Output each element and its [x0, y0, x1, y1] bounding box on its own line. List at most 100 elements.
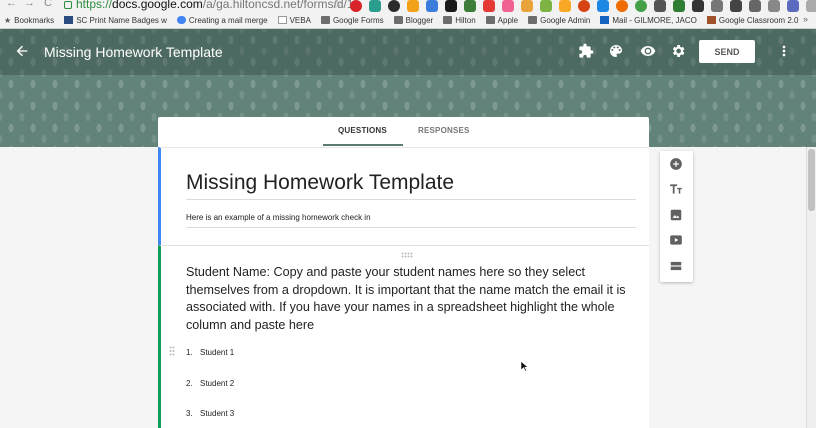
extension-icon[interactable]	[654, 0, 666, 12]
reload-icon[interactable]: C	[44, 0, 52, 9]
extensions-row	[350, 0, 816, 12]
drag-handle-icon[interactable]	[401, 252, 413, 258]
page-icon	[277, 16, 287, 24]
option-number: 1.	[186, 348, 193, 357]
add-ons-puzzle-icon[interactable]	[578, 43, 594, 59]
extension-icon[interactable]	[483, 0, 495, 12]
extension-icon[interactable]	[502, 0, 514, 12]
url-path: /forms/d/1	[300, 0, 354, 11]
star-icon: ★	[4, 15, 12, 25]
option-drag-icon[interactable]	[169, 346, 175, 356]
folder-icon	[320, 16, 330, 24]
extension-icon[interactable]	[749, 0, 761, 12]
form-title-card[interactable]: Missing Homework Template Here is an exa…	[158, 147, 649, 245]
drive-icon[interactable]	[426, 0, 438, 12]
extension-icon[interactable]	[635, 0, 647, 12]
extension-icon[interactable]	[464, 0, 476, 12]
sc-icon	[64, 16, 74, 24]
add-video-icon[interactable]	[669, 233, 683, 247]
folder-icon	[393, 16, 403, 24]
extension-icon[interactable]	[787, 0, 799, 12]
form-title-header[interactable]: Missing Homework Template	[44, 44, 223, 60]
bookmark-item[interactable]: VEBA	[277, 15, 311, 25]
bookmark-label: Apple	[497, 15, 519, 25]
extension-icon[interactable]	[730, 0, 742, 12]
folder-icon	[485, 16, 495, 24]
bookmark-label: Bookmarks	[14, 15, 55, 25]
dropdown-option[interactable]: 1. Student 1	[186, 348, 234, 357]
extension-icon[interactable]	[673, 0, 685, 12]
active-tab-indicator	[323, 144, 403, 146]
url-subpath: /a/ga.hiltoncsd.net	[202, 0, 301, 11]
bookmark-label: Creating a mail merge	[188, 15, 268, 25]
tab-responses[interactable]: RESPONSES	[418, 126, 470, 135]
lock-icon	[64, 1, 72, 9]
add-title-text-icon[interactable]	[669, 182, 683, 196]
extension-icon[interactable]	[578, 0, 590, 12]
bookmark-label: Google Forms	[332, 15, 384, 25]
option-number: 3.	[186, 409, 193, 418]
add-image-icon[interactable]	[669, 208, 683, 222]
bookmark-item[interactable]: Creating a mail merge	[176, 15, 268, 25]
add-question-icon[interactable]	[669, 157, 683, 171]
dropdown-option[interactable]: 3. Student 3	[186, 409, 234, 418]
page-scrollbar[interactable]	[806, 147, 816, 428]
scrollbar-thumb[interactable]	[808, 149, 815, 211]
bookmark-item[interactable]: SC Print Name Badges w	[64, 16, 167, 25]
question-toolbar	[660, 151, 693, 282]
tab-questions[interactable]: QUESTIONS	[338, 126, 387, 135]
extension-icon[interactable]	[388, 0, 400, 12]
option-number: 2.	[186, 379, 193, 388]
tab-bar: QUESTIONS RESPONSES	[158, 117, 649, 147]
bookmark-folder[interactable]: Google Admin	[528, 16, 590, 25]
bookmark-item[interactable]: ★ Bookmarks	[4, 16, 54, 25]
google-icon	[176, 16, 186, 24]
send-button[interactable]: SEND	[699, 40, 755, 63]
back-arrow-icon[interactable]	[14, 43, 30, 59]
address-bar[interactable]: https://docs.google.com/a/ga.hiltoncsd.n…	[76, 0, 354, 11]
preview-eye-icon[interactable]	[640, 43, 656, 59]
classroom-icon	[706, 16, 716, 24]
bookmark-folder[interactable]: Google Forms	[320, 15, 384, 25]
form-description-input[interactable]: Here is an example of a missing homework…	[186, 213, 636, 228]
folder-icon	[443, 16, 453, 24]
extension-icon[interactable]	[597, 0, 609, 12]
url-scheme: https://	[76, 0, 113, 11]
bookmark-item[interactable]: Google Classroom 2.0	[706, 16, 798, 25]
add-section-icon[interactable]	[669, 259, 683, 273]
bookmark-item[interactable]: Mail - GILMORE, JACO	[600, 16, 697, 25]
form-title-input[interactable]: Missing Homework Template	[186, 171, 636, 200]
pinterest-icon[interactable]	[350, 0, 362, 12]
dropdown-option[interactable]: 2. Student 2	[186, 379, 234, 388]
chrome-menu-icon[interactable]	[806, 0, 816, 12]
extension-icon[interactable]	[692, 0, 704, 12]
bookmark-folder[interactable]: Hilton	[443, 15, 476, 25]
bookmark-label: Google Admin	[540, 15, 591, 25]
extension-icon[interactable]	[768, 0, 780, 12]
extension-icon[interactable]	[407, 0, 419, 12]
extension-icon[interactable]	[616, 0, 628, 12]
bookmark-label: VEBA	[289, 15, 311, 25]
bookmark-label: Hilton	[455, 15, 476, 25]
back-arrow-icon[interactable]: ←	[6, 0, 17, 9]
more-vert-icon[interactable]	[779, 43, 789, 59]
browser-url-bar: ← → C https://docs.google.com/a/ga.hilto…	[0, 0, 816, 12]
bookmark-star-icon[interactable]: ☆	[332, 0, 343, 11]
extension-icon[interactable]	[540, 0, 552, 12]
extension-icon[interactable]	[369, 0, 381, 12]
forward-arrow-icon[interactable]: →	[24, 0, 35, 9]
settings-gear-icon[interactable]	[670, 43, 686, 59]
bookmark-folder[interactable]: Apple	[485, 15, 519, 25]
option-label: Student 1	[200, 348, 235, 357]
more-bookmarks-icon[interactable]: »	[803, 14, 808, 24]
bookmark-folder[interactable]: Blogger	[393, 16, 433, 25]
extension-icon[interactable]	[445, 0, 457, 12]
palette-icon[interactable]	[608, 43, 624, 59]
option-label: Student 3	[200, 409, 235, 418]
question-card[interactable]: Student Name: Copy and paste your studen…	[158, 245, 649, 428]
extension-icon[interactable]	[521, 0, 533, 12]
extension-icon[interactable]	[559, 0, 571, 12]
option-label: Student 2	[200, 379, 235, 388]
extension-icon[interactable]	[711, 0, 723, 12]
question-title-input[interactable]: Student Name: Copy and paste your studen…	[186, 264, 641, 334]
